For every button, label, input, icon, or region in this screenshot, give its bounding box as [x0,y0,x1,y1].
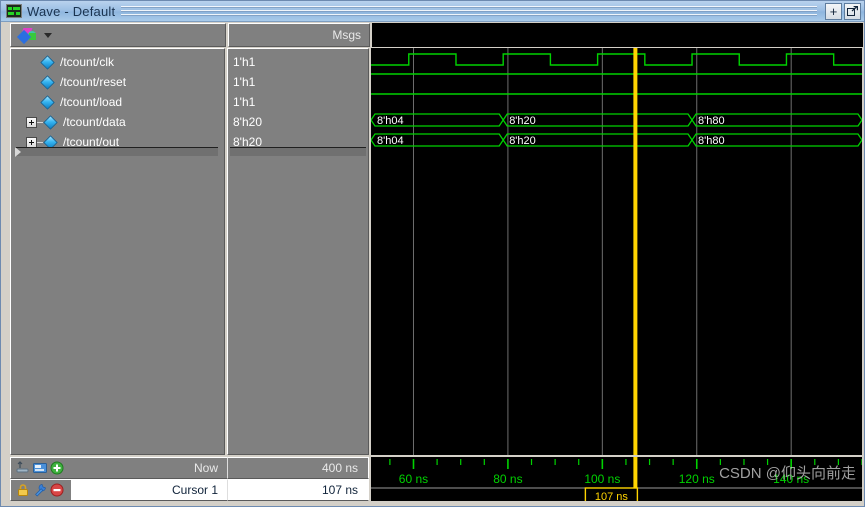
msgs-column-header[interactable]: Msgs [228,23,370,47]
insert-cursor-icon[interactable] [16,461,30,475]
svg-text:8'h20: 8'h20 [509,135,536,147]
title-drag-grip[interactable] [121,5,817,17]
signal-diamond-icon [43,114,58,130]
signal-value: 1'h1 [233,55,256,69]
signal-diamond-icon [40,54,55,70]
msgs-horizontal-scrollbar[interactable] [230,147,366,156]
value-list: 1'h1 1'h1 1'h1 8'h20 8'h20 [233,52,366,152]
window-title: Wave - Default [27,3,116,19]
status-grid: Now 400 ns Cursor 1 107 ns [10,457,369,501]
svg-text:8'h04: 8'h04 [377,135,404,147]
now-row: Now 400 ns [10,457,369,479]
expand-toggle-icon[interactable] [26,116,37,128]
cursor-label: Cursor 1 [71,479,227,501]
signal-name-list: /tcount/clk /tcount/reset /tcount/load /… [15,52,222,152]
now-value: 400 ns [227,457,369,479]
waveform-pane[interactable]: 8'h04 8'h20 8'h80 8'h04 8'h20 8'h80 [371,48,862,455]
list-item[interactable]: /tcount/load [15,92,222,112]
waveform-plot: 8'h04 8'h20 8'h80 8'h04 8'h20 8'h80 [371,48,862,455]
svg-text:60 ns: 60 ns [399,472,428,486]
now-row-icons [10,457,71,479]
grid-settings-icon[interactable] [33,461,47,475]
time-ruler[interactable]: 60 ns 80 ns 100 ns 120 ns 140 ns 107 ns CSDN … [371,457,862,501]
msgs-header-label: Msgs [332,28,361,42]
signal-name: /tcount/clk [60,55,115,69]
signal-value: 8'h20 [233,115,262,129]
column-header-row: Msgs [2,23,863,47]
svg-text:80 ns: 80 ns [493,472,522,486]
expand-toggle-icon[interactable] [26,136,37,148]
wave-column-header [372,23,863,47]
scroll-left-arrow-icon[interactable] [15,147,21,157]
wave-icon [6,4,22,18]
list-item[interactable]: /tcount/clk [15,52,222,72]
signal-name: /tcount/reset [60,75,127,89]
svg-text:140 ns: 140 ns [773,472,809,486]
svg-text:8'h80: 8'h80 [698,115,725,127]
add-cursor-icon[interactable] [50,461,64,475]
signal-value: 1'h1 [233,75,256,89]
waveform-canvas[interactable]: 8'h04 8'h20 8'h80 8'h04 8'h20 8'h80 [371,48,862,455]
list-item[interactable]: /tcount/reset [15,72,222,92]
svg-text:8'h20: 8'h20 [509,115,536,127]
signal-diamond-icon [40,74,55,90]
wrench-icon[interactable] [33,483,47,497]
svg-text:8'h04: 8'h04 [377,115,404,127]
svg-text:107 ns: 107 ns [595,491,629,501]
add-pane-button[interactable]: + [825,2,842,20]
cursor-row-icons [10,479,71,501]
svg-text:120 ns: 120 ns [679,472,715,486]
delete-cursor-icon[interactable] [50,483,64,497]
signal-name-pane[interactable]: /tcount/clk /tcount/reset /tcount/load /… [10,48,225,455]
cursor-row[interactable]: Cursor 1 107 ns [10,479,369,501]
names-horizontal-scrollbar[interactable] [15,147,218,157]
svg-text:100 ns: 100 ns [584,472,620,486]
list-item[interactable]: /tcount/data [15,112,222,132]
lock-icon[interactable] [16,483,30,497]
signal-name: /tcount/data [63,115,126,129]
signal-diamond-icon [40,94,55,110]
wave-window: Wave - Default + Msgs /tcount/clk /tcoun… [0,0,865,507]
signal-value: 1'h1 [233,95,256,109]
signal-name: /tcount/load [60,95,123,109]
time-ruler-plot: 60 ns 80 ns 100 ns 120 ns 140 ns 107 ns [371,457,862,501]
chevron-down-icon[interactable] [44,32,52,38]
now-label: Now [71,457,227,479]
names-column-header[interactable] [10,23,226,47]
msgs-value-pane[interactable]: 1'h1 1'h1 1'h1 8'h20 8'h20 [227,48,369,455]
svg-text:8'h80: 8'h80 [698,135,725,147]
objects-icon [16,27,39,44]
title-bar: Wave - Default + [1,1,864,22]
undock-button[interactable] [844,2,861,20]
cursor-value: 107 ns [227,479,369,501]
